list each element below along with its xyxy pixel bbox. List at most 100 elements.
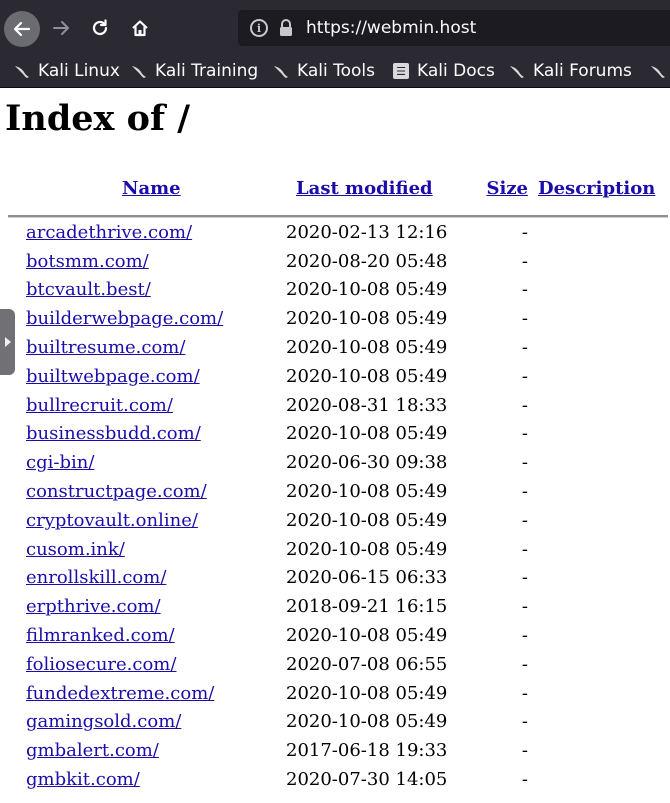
row-icon-cell: [8, 765, 26, 794]
entry-link[interactable]: btcvault.best/: [26, 279, 151, 300]
size-cell: -: [521, 538, 528, 560]
name-cell: builtresume.com/: [26, 333, 286, 362]
name-cell: cryptovault.online/: [26, 506, 286, 535]
icon-header: [8, 168, 26, 208]
last-modified-cell: 2020-07-30 14:05: [286, 769, 448, 791]
bookmark-kali-tools[interactable]: Kali Tools: [273, 59, 375, 83]
size-cell: -: [521, 653, 528, 675]
bookmark-kali-forums[interactable]: Kali Forums: [509, 59, 632, 83]
row-icon-cell: [8, 276, 26, 305]
entry-link[interactable]: cgi-bin/: [26, 452, 94, 473]
name-cell: foliosecure.com/: [26, 650, 286, 679]
description-cell: [528, 736, 668, 765]
entry-link[interactable]: fundedextreme.com/: [26, 683, 214, 704]
size-cell: -: [521, 337, 528, 359]
entry-link[interactable]: gamingsold.com/: [26, 711, 181, 732]
reload-button[interactable]: [84, 12, 116, 44]
back-button[interactable]: [4, 11, 40, 47]
table-row: builtwebpage.com/2020-10-08 05:49 -: [8, 362, 668, 391]
chevron-right-icon: [4, 337, 11, 347]
description-cell: [528, 304, 668, 333]
last-modified-cell: 2020-10-08 05:49: [286, 509, 448, 531]
description-cell: [528, 535, 668, 564]
page-title: Index of /: [5, 98, 190, 139]
bookmark-kali-linux[interactable]: Kali Linux: [14, 59, 120, 83]
entry-link[interactable]: cryptovault.online/: [26, 510, 198, 531]
row-icon-cell: [8, 420, 26, 449]
last-modified-cell: 2020-10-08 05:49: [286, 423, 448, 445]
table-row: bullrecruit.com/2020-08-31 18:33 -: [8, 391, 668, 420]
bookmark-kali-training[interactable]: Kali Training: [131, 59, 258, 83]
row-icon-cell: [8, 477, 26, 506]
kali-dragon-icon: [15, 66, 29, 78]
description-cell: [528, 333, 668, 362]
name-cell: filmranked.com/: [26, 621, 286, 650]
home-button[interactable]: [124, 12, 156, 44]
forward-button[interactable]: [45, 12, 77, 44]
last-modified-cell: 2020-07-08 06:55: [286, 653, 448, 675]
url-text[interactable]: https://webmin.host: [306, 18, 476, 38]
row-icon-cell: [8, 535, 26, 564]
entry-link[interactable]: builtwebpage.com/: [26, 366, 200, 387]
bookmark-overflow[interactable]: [650, 59, 670, 83]
row-icon-cell: [8, 679, 26, 708]
lock-icon[interactable]: [278, 18, 294, 38]
sort-by-name-link[interactable]: Name: [122, 178, 181, 199]
size-cell: -: [521, 682, 528, 704]
description-header: Description: [528, 168, 668, 208]
header-divider-row: [8, 208, 668, 218]
directory-listing-table: Name Last modified Size Description arca…: [8, 168, 668, 794]
description-cell: [528, 506, 668, 535]
entry-link[interactable]: botsmm.com/: [26, 251, 149, 272]
entry-link[interactable]: enrollskill.com/: [26, 567, 166, 588]
last-modified-cell: 2020-10-08 05:49: [286, 365, 448, 387]
table-row: builderwebpage.com/2020-10-08 05:49 -: [8, 304, 668, 333]
entry-link[interactable]: foliosecure.com/: [26, 654, 176, 675]
size-cell: -: [521, 394, 528, 416]
size-cell: -: [521, 711, 528, 733]
description-cell: [528, 477, 668, 506]
row-icon-cell: [8, 506, 26, 535]
entry-link[interactable]: gmbkit.com/: [26, 769, 140, 790]
name-cell: arcadethrive.com/: [26, 218, 286, 247]
table-row: filmranked.com/2020-10-08 05:49 -: [8, 621, 668, 650]
last-modified-cell: 2020-10-08 05:49: [286, 538, 448, 560]
sort-by-last-modified-link[interactable]: Last modified: [296, 178, 433, 199]
description-cell: [528, 247, 668, 276]
entry-link[interactable]: builderwebpage.com/: [26, 308, 223, 329]
last-modified-cell: 2020-06-15 06:33: [286, 567, 448, 589]
info-icon[interactable]: i: [250, 19, 268, 37]
name-cell: erpthrive.com/: [26, 592, 286, 621]
entry-link[interactable]: builtresume.com/: [26, 337, 185, 358]
entry-link[interactable]: gmbalert.com/: [26, 740, 159, 761]
last-modified-cell: 2020-10-08 05:49: [286, 711, 448, 733]
size-cell: -: [521, 509, 528, 531]
sort-by-description-link[interactable]: Description: [538, 178, 655, 199]
row-icon-cell: [8, 736, 26, 765]
table-row: gmbkit.com/2020-07-30 14:05 -: [8, 765, 668, 794]
entry-link[interactable]: arcadethrive.com/: [26, 222, 192, 243]
last-modified-cell: 2020-02-13 12:16: [286, 221, 448, 243]
entry-link[interactable]: constructpage.com/: [26, 481, 207, 502]
sidebar-toggle-tab[interactable]: [0, 309, 15, 375]
bookmark-label: Kali Tools: [297, 61, 375, 81]
description-cell: [528, 448, 668, 477]
size-cell: -: [521, 740, 528, 762]
url-bar[interactable]: i https://webmin.host: [238, 10, 670, 46]
sort-by-size-link[interactable]: Size: [486, 178, 528, 199]
entry-link[interactable]: erpthrive.com/: [26, 596, 161, 617]
bookmark-kali-docs[interactable]: ☰ Kali Docs: [393, 59, 495, 83]
name-cell: bullrecruit.com/: [26, 391, 286, 420]
entry-link[interactable]: bullrecruit.com/: [26, 395, 173, 416]
row-icon-cell: [8, 564, 26, 593]
entry-link[interactable]: filmranked.com/: [26, 625, 175, 646]
size-cell: -: [521, 481, 528, 503]
size-cell: -: [521, 452, 528, 474]
table-row: erpthrive.com/2018-09-21 16:15 -: [8, 592, 668, 621]
size-cell: -: [521, 596, 528, 618]
entry-link[interactable]: businessbudd.com/: [26, 423, 201, 444]
name-header: Name: [26, 168, 286, 208]
entry-link[interactable]: cusom.ink/: [26, 539, 125, 560]
name-cell: botsmm.com/: [26, 247, 286, 276]
description-cell: [528, 391, 668, 420]
